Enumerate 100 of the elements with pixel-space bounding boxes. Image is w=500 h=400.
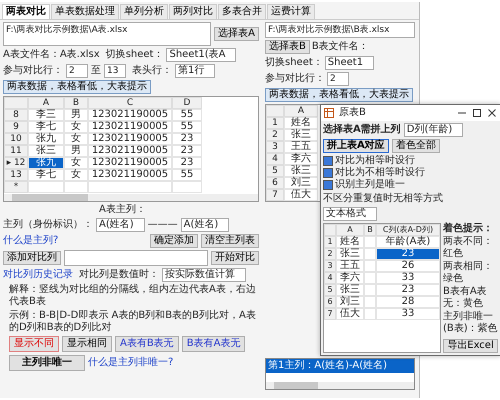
- tab[interactable]: 多表合并: [218, 4, 266, 19]
- table-cell: 123021190005: [88, 169, 172, 181]
- info-button[interactable]: 两表数据，表格看低，大表提示: [265, 88, 413, 102]
- row-header: 5: [266, 165, 284, 177]
- choose-file-button[interactable]: 选择表A: [214, 27, 259, 41]
- color-all-button[interactable]: 着色全部: [392, 139, 440, 153]
- range-label: 参与对比行：: [3, 65, 63, 77]
- row-header: *: [4, 181, 28, 193]
- mode-label: 不区分重复值时无相等方式: [323, 193, 443, 205]
- tab[interactable]: 运费计算: [267, 4, 315, 19]
- table-cell: 女: [64, 121, 88, 133]
- add-main-column-button[interactable]: 确定添加: [150, 234, 198, 248]
- mode-select[interactable]: 文本格式: [323, 207, 377, 221]
- option-checkbox[interactable]: 对比为不相等时设行: [323, 167, 498, 179]
- table-cell: 28: [376, 296, 440, 308]
- range-from-spinner[interactable]: 2: [327, 72, 349, 86]
- table-icon: [324, 108, 334, 118]
- tab[interactable]: 单列分析: [120, 4, 168, 19]
- table-cell: 张三: [336, 248, 364, 260]
- main-column-label: 主列（身份标识）：: [3, 219, 93, 231]
- main-column-caption: A表主列：: [99, 204, 147, 216]
- action-button[interactable]: A表有B表无: [115, 336, 179, 352]
- numeric-mode-select[interactable]: 按实际数值计算: [162, 268, 246, 282]
- main-column-b-select[interactable]: A(姓名): [180, 218, 230, 232]
- hint-text: 两表相同：绿色: [443, 261, 494, 285]
- action-button[interactable]: 显示不同: [9, 336, 59, 352]
- table-cell: 张九: [28, 133, 64, 145]
- row-header: 11: [4, 145, 28, 157]
- non-unique-link[interactable]: 什么是主列非唯一?: [88, 357, 174, 369]
- horizontal-scrollbar[interactable]: [266, 382, 414, 389]
- maximize-icon[interactable]: [472, 108, 482, 118]
- table-cell: 王五: [336, 260, 364, 272]
- main-column-a-select[interactable]: A(姓名): [96, 218, 145, 232]
- action-button[interactable]: 显示相同: [62, 336, 112, 352]
- action-button[interactable]: B表有A表无: [182, 336, 246, 352]
- table-cell: 男: [64, 145, 88, 157]
- table-cell: 23: [376, 284, 440, 296]
- range-label: 参与对比行：: [265, 73, 325, 85]
- table-cell: 张三: [284, 129, 318, 141]
- table-cell: 伍大: [336, 308, 364, 320]
- column-header: C: [88, 97, 172, 109]
- table-cell: 刘三: [336, 296, 364, 308]
- table-cell: 123021190005: [88, 133, 172, 145]
- pick-column-select[interactable]: D列(年龄): [404, 123, 464, 137]
- table-cell: 123021190005: [88, 109, 172, 121]
- row-header: 2: [266, 129, 284, 141]
- main-column-list[interactable]: 第1主列：A(姓名)-A(姓名): [265, 358, 415, 390]
- sheet-label: 切换sheet：: [265, 57, 323, 69]
- option-checkbox[interactable]: 对比为相等时设行: [323, 155, 498, 167]
- tab[interactable]: 两列对比: [169, 4, 217, 19]
- horizontal-scrollbar[interactable]: [4, 194, 258, 201]
- join-button[interactable]: 拼上表A对应: [323, 139, 389, 153]
- list-item[interactable]: 第1主列：A(姓名)-A(姓名): [266, 359, 414, 373]
- column-header: B: [64, 97, 88, 109]
- help-link[interactable]: 什么是主列?: [3, 235, 58, 247]
- table-cell: 李七: [28, 169, 64, 181]
- export-button[interactable]: 导出Excel: [443, 339, 498, 353]
- row-header: 10: [4, 133, 28, 145]
- add-compare-column-button[interactable]: 添加对比列: [3, 251, 61, 265]
- grid-corner[interactable]: [324, 224, 336, 236]
- action-button[interactable]: 主列非唯一: [9, 355, 85, 371]
- row-header: 5: [324, 284, 336, 296]
- table-cell: 女: [64, 157, 88, 169]
- table-cell: 伍大: [284, 189, 318, 201]
- tab[interactable]: 单表数据处理: [51, 4, 119, 19]
- sheet-select[interactable]: Sheet1(表A: [166, 48, 236, 62]
- sheet-select[interactable]: Sheet1: [324, 56, 374, 70]
- hint-text: 两表不同：红色: [443, 236, 494, 260]
- info-button[interactable]: 两表数据，表格看低，大表提示: [3, 80, 151, 94]
- close-icon[interactable]: [487, 108, 497, 118]
- header-row-label: 表头行：: [132, 65, 172, 77]
- table-cell: [64, 181, 88, 193]
- path-field[interactable]: F:\两表对比示例数据\B表.xlsx: [265, 22, 415, 38]
- column-header: B: [364, 224, 376, 236]
- grid-corner[interactable]: [4, 97, 28, 109]
- range-to-spinner[interactable]: 13: [104, 64, 126, 78]
- clear-main-columns-button[interactable]: 清空主列表: [201, 234, 259, 248]
- table-cell: 23: [172, 133, 202, 145]
- path-field[interactable]: F:\两表对比示例数据\A表.xlsx: [3, 22, 212, 46]
- tab[interactable]: 两表对比: [2, 4, 50, 19]
- row-header: 7: [324, 308, 336, 320]
- table-cell: 55: [172, 121, 202, 133]
- table-cell: 李六: [336, 272, 364, 284]
- range-from-spinner[interactable]: 2: [66, 64, 88, 78]
- table-cell: 55: [172, 109, 202, 121]
- table-cell: 33: [376, 308, 440, 320]
- row-header: 13: [4, 169, 28, 181]
- row-header: 3: [266, 141, 284, 153]
- file-name-label: B表文件名：: [312, 41, 369, 53]
- header-row-select[interactable]: 第1行: [175, 64, 216, 78]
- option-checkbox[interactable]: 识别主列是唯一: [323, 179, 498, 191]
- choose-file-button[interactable]: 选择表B: [265, 40, 310, 54]
- table-cell: 男: [64, 109, 88, 121]
- row-header: 8: [4, 109, 28, 121]
- table-cell: 李六: [284, 153, 318, 165]
- start-compare-button[interactable]: 开始对比: [211, 251, 259, 265]
- compare-columns-field[interactable]: [64, 250, 208, 266]
- hint-text: B表有A表无：黄色: [443, 286, 488, 310]
- grid-corner[interactable]: [266, 105, 284, 117]
- history-link[interactable]: 对比列历史记录: [3, 269, 73, 281]
